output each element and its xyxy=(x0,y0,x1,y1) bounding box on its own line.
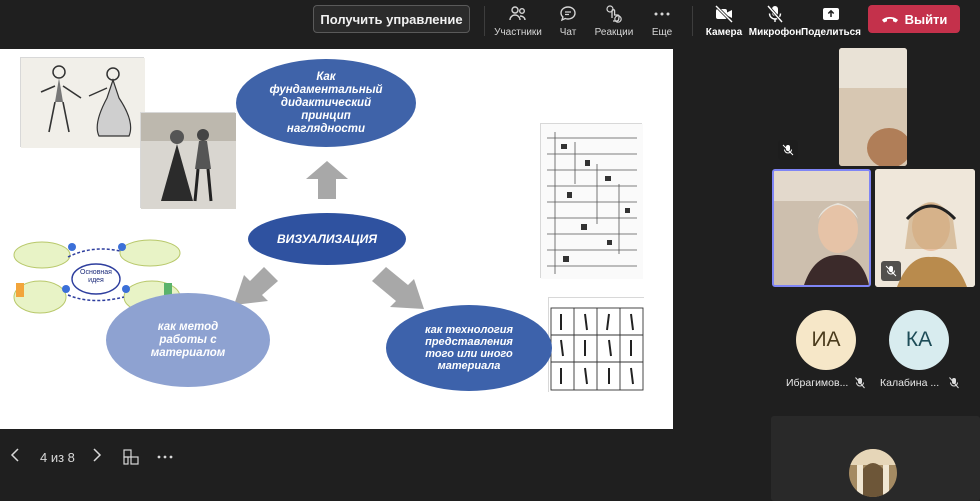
mic-off-icon xyxy=(782,144,794,156)
shared-presentation-slide: Основная идея Как фундаментальный дидакт… xyxy=(0,49,673,429)
bubble-working-method-text: как метод работы с материалом xyxy=(150,320,226,359)
video-tile-1[interactable] xyxy=(839,48,907,166)
mic-muted-badge xyxy=(778,140,798,160)
profile-picture-icon xyxy=(849,449,897,497)
microphone-button[interactable]: Микрофон xyxy=(745,0,805,44)
mic-muted-badge xyxy=(881,261,901,281)
bubble-presentation-technology-text: как технология представления того или ин… xyxy=(424,324,514,372)
toolbar-divider xyxy=(484,6,485,36)
more-label: Еще xyxy=(651,27,673,38)
avatar xyxy=(849,449,897,497)
chevron-right-icon xyxy=(93,448,102,462)
self-view-tile[interactable] xyxy=(771,416,980,501)
video-tile-active-speaker[interactable] xyxy=(772,169,871,287)
participants-label: Участники xyxy=(494,27,542,38)
slide-page-indicator: 4 из 8 xyxy=(40,450,75,465)
avatar[interactable]: КА xyxy=(889,310,949,370)
slide-more-options-button[interactable] xyxy=(156,448,174,469)
camera-label: Камера xyxy=(705,27,743,38)
participant-name: Калабина ... xyxy=(880,377,940,389)
bubble-didactic-principle-text: Как фундаментальный дидактический принци… xyxy=(269,70,383,135)
next-slide-button[interactable] xyxy=(90,446,104,467)
share-icon xyxy=(823,8,839,20)
arrow-down-left-icon xyxy=(234,267,278,305)
leave-label: Выйти xyxy=(904,11,948,27)
hang-up-icon xyxy=(881,17,898,23)
avatar-initials: ИА xyxy=(811,328,841,351)
teams-meeting-window: Получить управление Участники Чат Реакци… xyxy=(0,0,980,501)
bubble-didactic-principle: Как фундаментальный дидактический принци… xyxy=(236,59,416,147)
microphone-label: Микрофон xyxy=(748,27,802,38)
more-icon xyxy=(654,12,670,16)
toolbar-divider xyxy=(692,6,693,36)
arrow-down-right-icon xyxy=(372,267,424,309)
share-label: Поделиться xyxy=(801,27,862,38)
slide-navigation-bar: 4 из 8 xyxy=(0,440,673,476)
more-button[interactable]: Еще xyxy=(632,0,692,44)
participants-icon xyxy=(509,6,526,21)
bubble-working-method: как метод работы с материалом xyxy=(106,293,270,387)
mic-off-icon xyxy=(885,265,897,277)
participant-name: Ибрагимов... xyxy=(786,377,849,389)
participants-video-panel: ИА Ибрагимов... КА Калабина ... xyxy=(771,44,980,501)
leave-button[interactable]: Выйти xyxy=(868,5,960,33)
meeting-toolbar: Получить управление Участники Чат Реакци… xyxy=(0,0,980,44)
slide-thumbnails-icon xyxy=(123,449,139,465)
camera-off-icon xyxy=(714,4,734,24)
chat-icon xyxy=(560,6,576,22)
avatar-initials: КА xyxy=(905,328,933,351)
take-control-button[interactable]: Получить управление xyxy=(313,5,470,33)
arrow-up-icon xyxy=(306,161,348,199)
slide-grid-button[interactable] xyxy=(122,448,140,469)
reactions-label: Реакции xyxy=(594,27,634,38)
previous-slide-button[interactable] xyxy=(8,446,22,467)
participant-video-feed xyxy=(774,171,869,285)
avatar[interactable]: ИА xyxy=(796,310,856,370)
participant-video-feed xyxy=(839,48,907,166)
more-icon xyxy=(157,455,173,459)
chat-label: Чат xyxy=(559,27,577,38)
reactions-icon xyxy=(606,5,622,23)
mic-off-icon xyxy=(855,377,865,389)
bubble-visualization-text: ВИЗУАЛИЗАЦИЯ xyxy=(277,232,377,246)
share-button[interactable]: Поделиться xyxy=(801,0,861,44)
bubble-visualization: ВИЗУАЛИЗАЦИЯ xyxy=(248,213,406,265)
bubble-presentation-technology: как технология представления того или ин… xyxy=(386,305,552,391)
chevron-left-icon xyxy=(10,448,19,462)
mic-off-icon xyxy=(949,377,959,389)
mic-off-icon xyxy=(766,5,784,23)
